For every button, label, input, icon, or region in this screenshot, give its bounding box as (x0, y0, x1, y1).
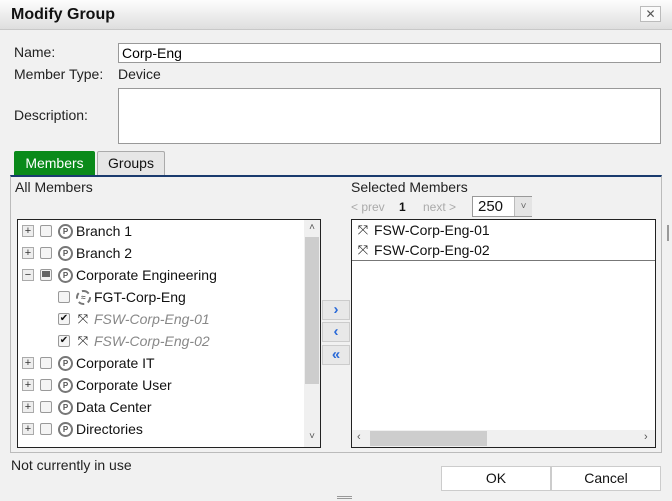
checkbox[interactable]: ✔ (58, 335, 70, 347)
site-flag-icon: P (58, 377, 73, 393)
tab-groups[interactable]: Groups (97, 151, 165, 175)
site-flag-icon: P (58, 267, 73, 283)
tree-item[interactable]: + P Branch 1 (22, 220, 132, 242)
horizontal-scrollbar[interactable]: ‹ › (352, 430, 655, 447)
dialog-title: Modify Group (11, 6, 115, 23)
tree-item-label: Corporate User (76, 377, 172, 393)
tab-members[interactable]: Members (14, 151, 95, 175)
usage-status: Not currently in use (11, 457, 132, 473)
add-member-button[interactable]: › (322, 300, 350, 320)
checkbox[interactable] (40, 269, 52, 281)
page-number: 1 (399, 200, 406, 214)
checkbox[interactable]: ✔ (58, 313, 70, 325)
all-members-label: All Members (15, 179, 93, 195)
site-flag-icon: P (58, 355, 73, 371)
vertical-scrollbar[interactable]: ˄ ˅ (304, 220, 320, 447)
tree-item[interactable]: − P Corporate Engineering (22, 264, 217, 286)
checkbox[interactable] (40, 357, 52, 369)
close-icon[interactable]: ✕ (640, 6, 661, 22)
expand-icon[interactable]: + (22, 423, 34, 435)
collapse-icon[interactable]: − (22, 269, 34, 281)
expand-icon[interactable]: + (22, 247, 34, 259)
chevron-down-icon[interactable]: ˅ (514, 197, 532, 216)
tree-item-label: FSW-Corp-Eng-02 (94, 333, 210, 349)
scroll-thumb[interactable] (370, 431, 487, 446)
site-flag-icon: P (58, 245, 73, 261)
selected-members-label: Selected Members (351, 179, 468, 195)
member-type-value: Device (118, 66, 161, 82)
site-flag-icon: P (58, 399, 73, 415)
page-size-value: 250 (478, 198, 504, 215)
site-flag-icon: P (58, 223, 73, 239)
expand-icon[interactable]: + (22, 357, 34, 369)
tree-item-label: Branch 1 (76, 223, 133, 239)
switch-icon: ⤧ (77, 333, 89, 348)
selected-member-label: FSW-Corp-Eng-02 (374, 242, 490, 258)
ok-button[interactable]: OK (441, 466, 551, 491)
tree-item[interactable]: + P Data Center (22, 396, 151, 418)
checkbox[interactable] (40, 225, 52, 237)
all-members-tree: + P Branch 1 + P Branch 2− P Corporate Engineer… (17, 219, 321, 448)
scroll-left-icon[interactable]: ‹ (357, 431, 361, 443)
remove-all-button[interactable]: « (322, 345, 350, 365)
expand-icon[interactable]: + (22, 401, 34, 413)
member-type-label: Member Type: (14, 66, 104, 82)
description-input[interactable] (118, 88, 661, 144)
checkbox[interactable] (40, 401, 52, 413)
firewall-icon: ≈ (76, 289, 91, 305)
tree-item-label: FGT-Corp-Eng (94, 289, 186, 305)
tree-item-label: Corporate IT (76, 355, 155, 371)
selected-member-item[interactable]: ⤧ FSW-Corp-Eng-02 (356, 240, 490, 260)
tree-item[interactable]: + P Directories (22, 418, 143, 440)
expand-icon[interactable]: + (22, 225, 34, 237)
description-label: Description: (14, 107, 88, 123)
scroll-down-icon[interactable]: ˅ (304, 431, 320, 442)
tree-item-label: FSW-Corp-Eng-01 (94, 311, 210, 327)
bottom-resize-grip[interactable] (337, 496, 352, 499)
selected-member-label: FSW-Corp-Eng-01 (374, 222, 490, 238)
tree-item-label: Directories (76, 421, 143, 437)
prev-link[interactable]: < prev (351, 200, 385, 214)
selected-members-list: ⤧ FSW-Corp-Eng-01 ⤧ FSW-Corp-Eng-02 ‹ › (351, 219, 656, 448)
scroll-right-icon[interactable]: › (644, 431, 648, 443)
scroll-up-icon[interactable]: ˄ (304, 222, 320, 233)
checkbox[interactable] (40, 247, 52, 259)
name-input[interactable] (118, 43, 661, 63)
tree-item-label: Data Center (76, 399, 152, 415)
name-label: Name: (14, 44, 56, 60)
checkbox[interactable] (40, 423, 52, 435)
checkbox[interactable] (40, 379, 52, 391)
switch-icon: ⤧ (357, 242, 369, 257)
switch-icon: ⤧ (357, 222, 369, 237)
tree-item[interactable]: + P Corporate User (22, 374, 172, 396)
page-size-select[interactable]: 250 ˅ (472, 196, 532, 217)
tree-item[interactable]: ✔ ⤧ FSW-Corp-Eng-01 (58, 308, 210, 330)
scroll-thumb[interactable] (305, 237, 319, 384)
selected-member-item[interactable]: ⤧ FSW-Corp-Eng-01 (356, 220, 490, 240)
tree-item-label: Corporate Engineering (76, 267, 217, 283)
tree-item-label: Branch 2 (76, 245, 133, 261)
next-link[interactable]: next > (423, 200, 456, 214)
tree-item[interactable]: ✔ ⤧ FSW-Corp-Eng-02 (58, 330, 210, 352)
cancel-button[interactable]: Cancel (551, 466, 661, 491)
site-flag-icon: P (58, 421, 73, 437)
switch-icon: ⤧ (77, 311, 89, 326)
tree-item[interactable]: ≈ FGT-Corp-Eng (58, 286, 186, 308)
checkbox[interactable] (58, 291, 70, 303)
resize-grip[interactable] (667, 225, 669, 241)
remove-member-button[interactable]: ‹ (322, 322, 350, 342)
tree-item[interactable]: + P Branch 2 (22, 242, 132, 264)
expand-icon[interactable]: + (22, 379, 34, 391)
tree-item[interactable]: + P Corporate IT (22, 352, 155, 374)
